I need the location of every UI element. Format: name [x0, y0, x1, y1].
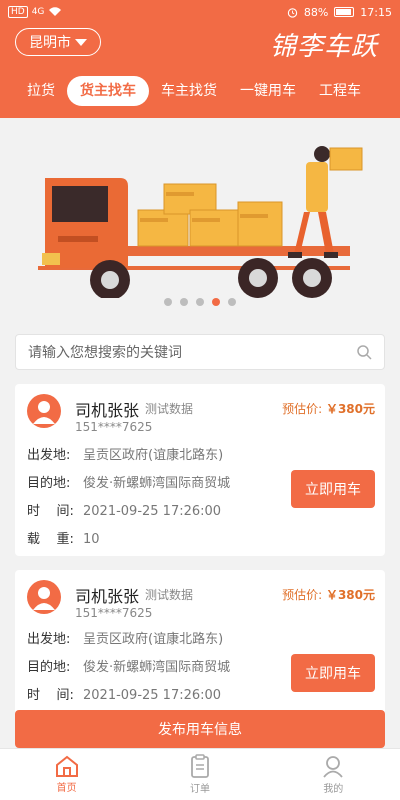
load-value: 10 — [83, 532, 100, 547]
clipboard-icon — [191, 754, 209, 778]
driver-phone: 151****7625 — [75, 420, 153, 434]
nav-home[interactable]: 首页 — [0, 749, 133, 800]
search-input[interactable]: 请输入您想搜索的关键词 — [15, 334, 385, 370]
departure-label: 出发地: — [27, 448, 71, 463]
delivery-truck-illustration — [38, 146, 363, 300]
test-data-tag: 测试数据 — [145, 588, 194, 602]
carousel-dot-active[interactable] — [212, 298, 220, 306]
truck-listing-card[interactable]: 司机张张 测试数据 151****7625 预估价: ￥380元 出发地: 呈贡区… — [15, 384, 385, 556]
price-label: 预估价: — [282, 588, 323, 602]
nav-orders[interactable]: 订单 — [133, 749, 266, 800]
network-badge: HD — [8, 6, 28, 18]
departure-value: 呈贡区政府(谊康北路东) — [83, 632, 224, 647]
avatar — [27, 580, 61, 614]
nav-home-label: 首页 — [56, 783, 77, 794]
time-value: 2021-09-25 17:26:00 — [83, 504, 222, 519]
signal-label: 4G — [31, 7, 45, 17]
time-row: 时 间: 2021-09-25 17:26:00 — [27, 500, 221, 519]
nav-orders-label: 订单 — [189, 784, 210, 795]
load-label: 载 重: — [27, 532, 74, 547]
battery-icon — [334, 7, 355, 17]
destination-row: 目的地: 俊发·新螺蛳湾国际商贸城 — [27, 472, 230, 491]
clock: 17:15 — [360, 5, 392, 19]
destination-value: 俊发·新螺蛳湾国际商贸城 — [83, 660, 231, 675]
nav-profile-label: 我的 — [323, 784, 344, 795]
city-label: 昆明市 — [29, 35, 71, 51]
driver-phone: 151****7625 — [75, 606, 153, 620]
time-row: 时 间: 2021-09-25 17:26:00 — [27, 684, 221, 703]
destination-label: 目的地: — [27, 476, 71, 491]
nav-profile[interactable]: 我的 — [267, 749, 400, 800]
book-now-button[interactable]: 立即用车 — [291, 654, 375, 692]
departure-value: 呈贡区政府(谊康北路东) — [83, 448, 224, 463]
tab-one-click[interactable]: 一键用车 — [232, 76, 304, 106]
destination-row: 目的地: 俊发·新螺蛳湾国际商贸城 — [27, 656, 230, 675]
load-row: 载 重: 10 — [27, 528, 100, 547]
test-data-tag: 测试数据 — [145, 402, 194, 416]
publish-vehicle-request-button[interactable]: 发布用车信息 — [15, 710, 385, 748]
truck-listing-card[interactable]: 司机张张 测试数据 151****7625 预估价: ￥380元 出发地: 呈贡区… — [15, 570, 385, 720]
city-selector[interactable]: 昆明市 — [15, 28, 101, 56]
status-bar: HD 4G 88% 17:15 — [0, 0, 400, 24]
carousel-dot[interactable] — [164, 298, 172, 306]
tab-driver-find-cargo[interactable]: 车主找货 — [154, 76, 224, 106]
tab-engineering-vehicle[interactable]: 工程车 — [312, 76, 368, 106]
driver-name: 司机张张 — [75, 401, 140, 420]
time-label: 时 间: — [27, 504, 74, 519]
destination-value: 俊发·新螺蛳湾国际商贸城 — [83, 476, 231, 491]
estimated-price: 预估价: ￥380元 — [282, 400, 375, 417]
home-icon — [55, 755, 78, 777]
time-value: 2021-09-25 17:26:00 — [83, 688, 222, 703]
bottom-nav: 首页 订单 我的 — [0, 748, 400, 800]
banner-carousel[interactable] — [0, 118, 400, 318]
time-label: 时 间: — [27, 688, 74, 703]
chevron-down-icon — [75, 38, 87, 46]
carousel-dot[interactable] — [180, 298, 188, 306]
app-header: 昆明市 锦李车跃 — [0, 24, 400, 66]
search-placeholder: 请输入您想搜索的关键词 — [28, 345, 182, 361]
tab-owner-find-truck[interactable]: 货主找车 — [67, 76, 149, 106]
battery-percent: 88% — [303, 5, 329, 19]
estimated-price: 预估价: ￥380元 — [282, 586, 375, 603]
tab-lahuo[interactable]: 拉货 — [18, 76, 64, 106]
departure-row: 出发地: 呈贡区政府(谊康北路东) — [27, 444, 223, 463]
avatar — [27, 394, 61, 428]
category-tabs: 拉货 货主找车 车主找货 一键用车 工程车 — [0, 66, 400, 118]
user-icon — [323, 756, 344, 778]
carousel-dot[interactable] — [228, 298, 236, 306]
book-now-button[interactable]: 立即用车 — [291, 470, 375, 508]
departure-label: 出发地: — [27, 632, 71, 647]
price-value: ￥380元 — [325, 588, 375, 602]
carousel-indicator — [0, 298, 400, 310]
carousel-dot[interactable] — [196, 298, 204, 306]
avatar-person-icon — [33, 401, 55, 424]
departure-row: 出发地: 呈贡区政府(谊康北路东) — [27, 628, 223, 647]
wifi-icon — [49, 7, 62, 17]
price-value: ￥380元 — [325, 402, 375, 416]
brand-logo-text: 锦李车跃 — [269, 32, 378, 62]
avatar-person-icon — [33, 587, 55, 610]
driver-name: 司机张张 — [75, 587, 140, 606]
search-icon[interactable] — [356, 344, 372, 360]
destination-label: 目的地: — [27, 660, 71, 675]
price-label: 预估价: — [282, 402, 323, 416]
alarm-icon — [287, 7, 298, 18]
